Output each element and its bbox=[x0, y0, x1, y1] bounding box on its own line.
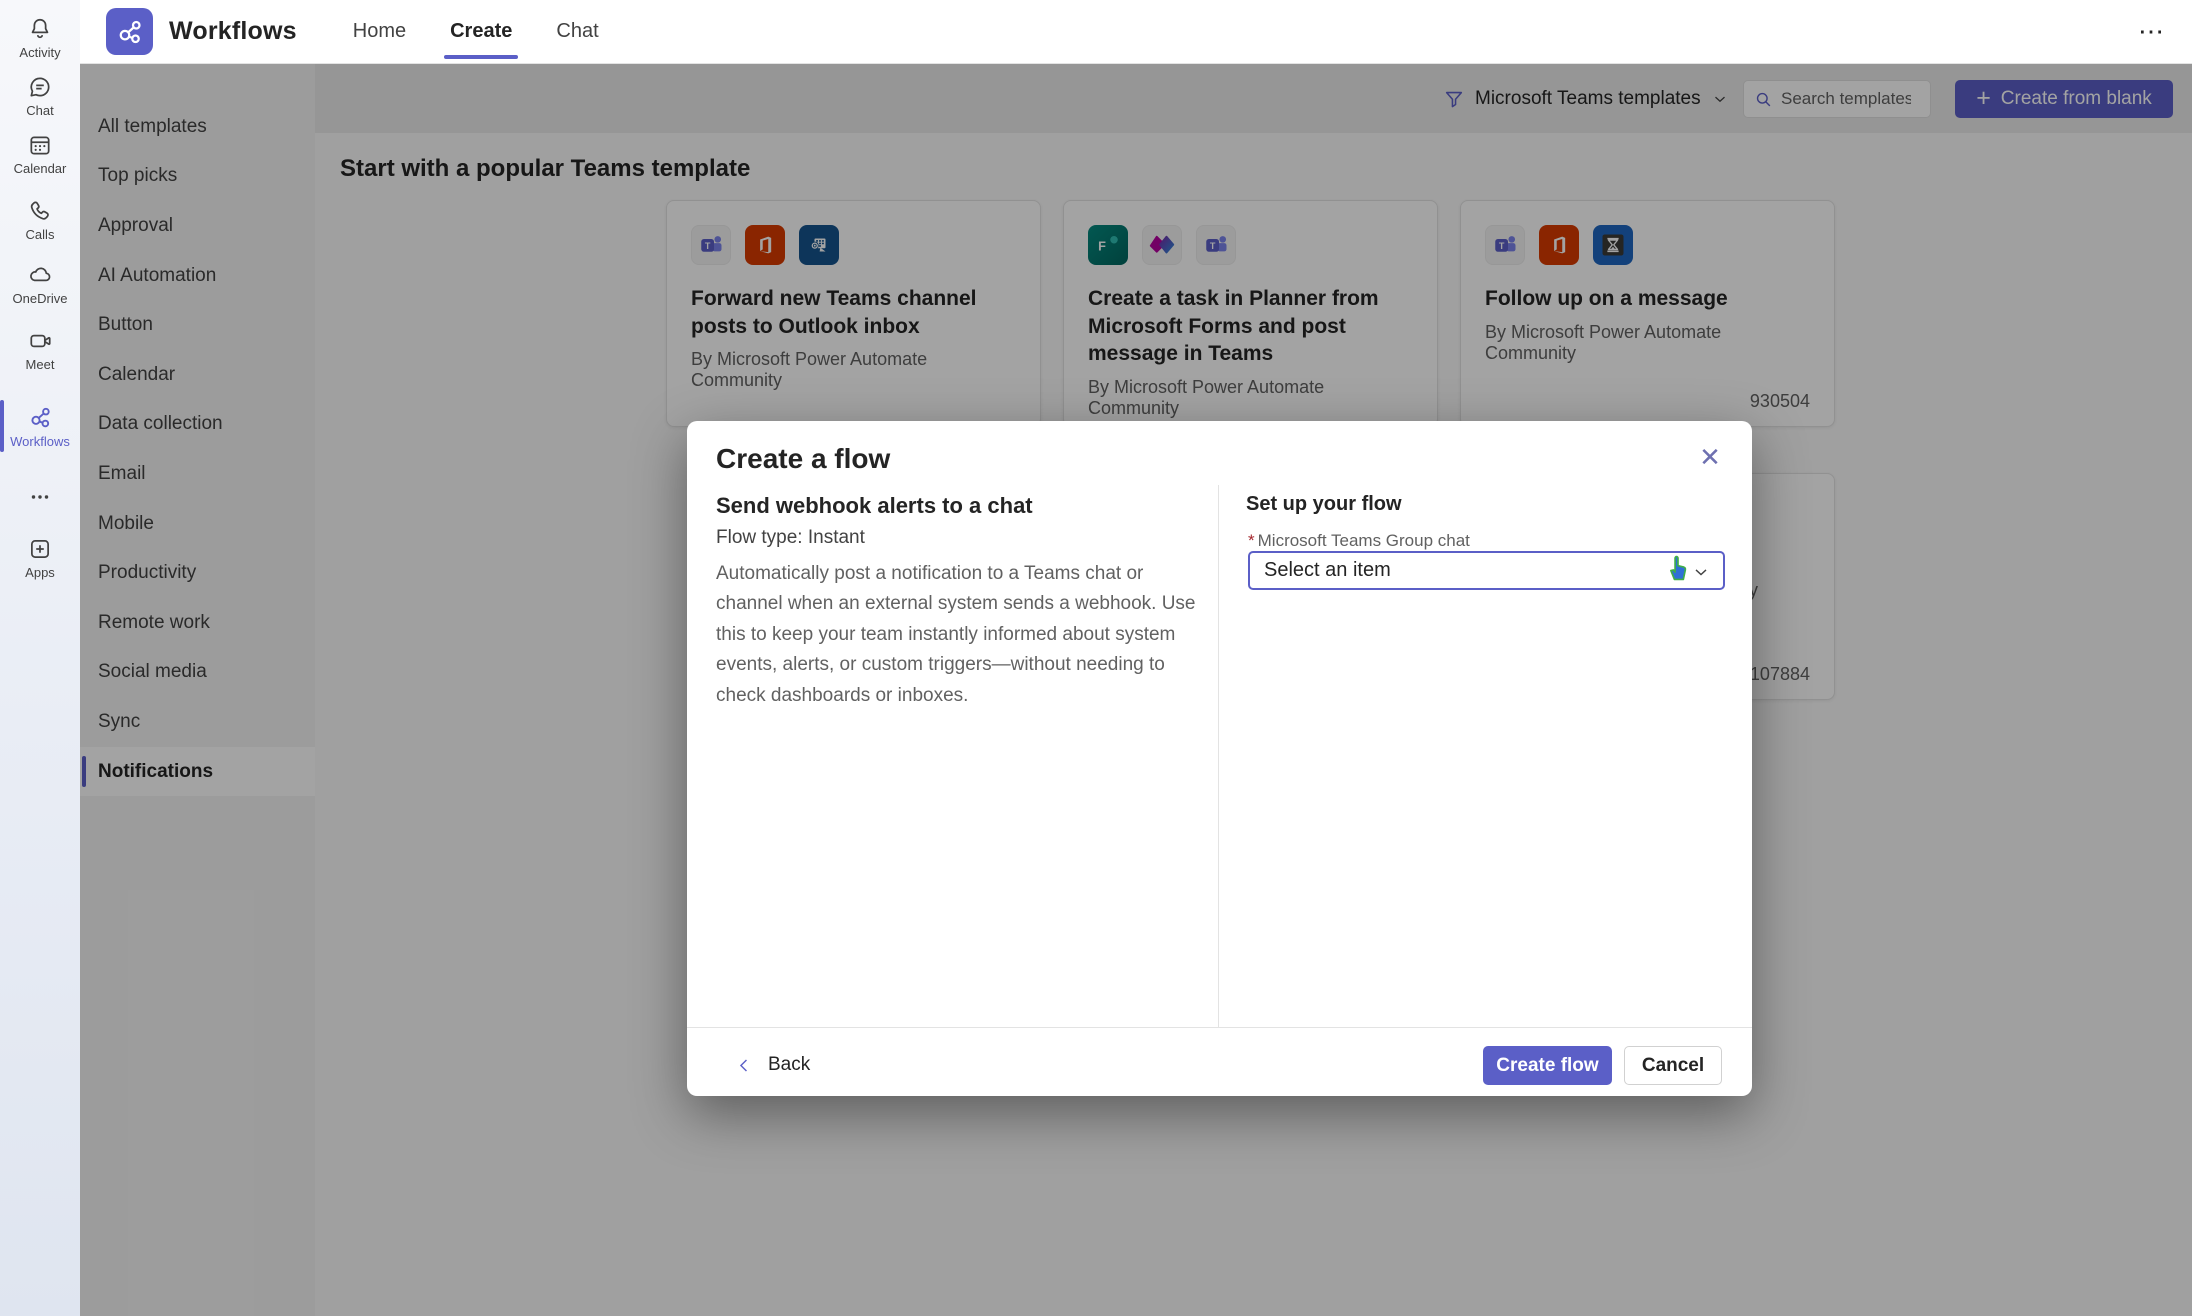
required-asterisk: * bbox=[1248, 531, 1255, 550]
rail-item-meet[interactable]: Meet bbox=[0, 318, 80, 382]
group-chat-select[interactable]: Select an item bbox=[1248, 551, 1725, 590]
column-divider bbox=[1218, 485, 1219, 1027]
app-header: Workflows Home Create Chat ⋯ bbox=[80, 0, 2192, 64]
apps-plus-icon bbox=[27, 536, 53, 562]
setup-heading: Set up your flow bbox=[1246, 493, 1402, 516]
video-camera-icon bbox=[27, 328, 54, 354]
workflows-app-logo bbox=[106, 8, 153, 55]
chat-icon bbox=[27, 74, 53, 100]
rail-item-label: Activity bbox=[19, 45, 60, 60]
app-rail: Activity Chat Calendar Calls OneDrive Me… bbox=[0, 0, 80, 1316]
dialog-title: Create a flow bbox=[716, 443, 890, 475]
select-value: Select an item bbox=[1264, 559, 1391, 582]
rail-item-label: Meet bbox=[26, 357, 55, 372]
bell-icon bbox=[27, 16, 53, 42]
chevron-left-icon bbox=[735, 1056, 754, 1075]
tab-home[interactable]: Home bbox=[353, 0, 406, 63]
cancel-button[interactable]: Cancel bbox=[1624, 1046, 1722, 1085]
rail-item-chat[interactable]: Chat bbox=[0, 64, 80, 128]
field-label-text: Microsoft Teams Group chat bbox=[1258, 531, 1470, 550]
rail-item-more[interactable] bbox=[0, 466, 80, 530]
flow-description: Automatically post a notification to a T… bbox=[716, 559, 1198, 711]
tab-chat[interactable]: Chat bbox=[556, 0, 598, 63]
create-flow-dialog: Create a flow ✕ Send webhook alerts to a… bbox=[687, 421, 1752, 1096]
chevron-down-icon bbox=[1691, 562, 1711, 588]
rail-item-label: Calls bbox=[26, 227, 55, 242]
flow-template-name: Send webhook alerts to a chat bbox=[716, 493, 1033, 519]
rail-item-calendar[interactable]: Calendar bbox=[0, 122, 80, 186]
group-chat-field-label: *Microsoft Teams Group chat bbox=[1248, 531, 1470, 551]
header-tabs: Home Create Chat bbox=[353, 0, 599, 63]
rail-item-label: Calendar bbox=[14, 161, 67, 176]
close-icon: ✕ bbox=[1699, 444, 1721, 470]
content-area: All templates Top picks Approval AI Auto… bbox=[80, 64, 2192, 1316]
workflows-icon bbox=[27, 404, 54, 431]
page-title: Workflows bbox=[169, 17, 297, 46]
rail-item-calls[interactable]: Calls bbox=[0, 188, 80, 252]
footer-divider bbox=[687, 1027, 1752, 1028]
close-button[interactable]: ✕ bbox=[1692, 439, 1728, 475]
pointer-cursor bbox=[1665, 554, 1691, 587]
tab-create[interactable]: Create bbox=[450, 0, 512, 63]
phone-icon bbox=[27, 198, 53, 224]
more-options-icon[interactable]: ⋯ bbox=[2138, 16, 2166, 47]
back-button[interactable]: Back bbox=[735, 1045, 810, 1085]
more-dots-icon bbox=[27, 484, 53, 510]
rail-item-label: OneDrive bbox=[13, 291, 68, 306]
back-label: Back bbox=[768, 1054, 810, 1076]
cloud-icon bbox=[26, 262, 54, 288]
calendar-icon bbox=[27, 132, 53, 158]
create-flow-button[interactable]: Create flow bbox=[1483, 1046, 1612, 1085]
workflows-logo-icon bbox=[115, 17, 145, 47]
rail-item-label: Chat bbox=[26, 103, 53, 118]
rail-item-onedrive[interactable]: OneDrive bbox=[0, 252, 80, 316]
rail-item-workflows[interactable]: Workflows bbox=[0, 394, 80, 458]
rail-item-label: Workflows bbox=[10, 434, 70, 449]
rail-item-label: Apps bbox=[25, 565, 55, 580]
rail-item-activity[interactable]: Activity bbox=[0, 6, 80, 70]
rail-item-apps[interactable]: Apps bbox=[0, 526, 80, 590]
flow-type-text: Flow type: Instant bbox=[716, 527, 865, 549]
